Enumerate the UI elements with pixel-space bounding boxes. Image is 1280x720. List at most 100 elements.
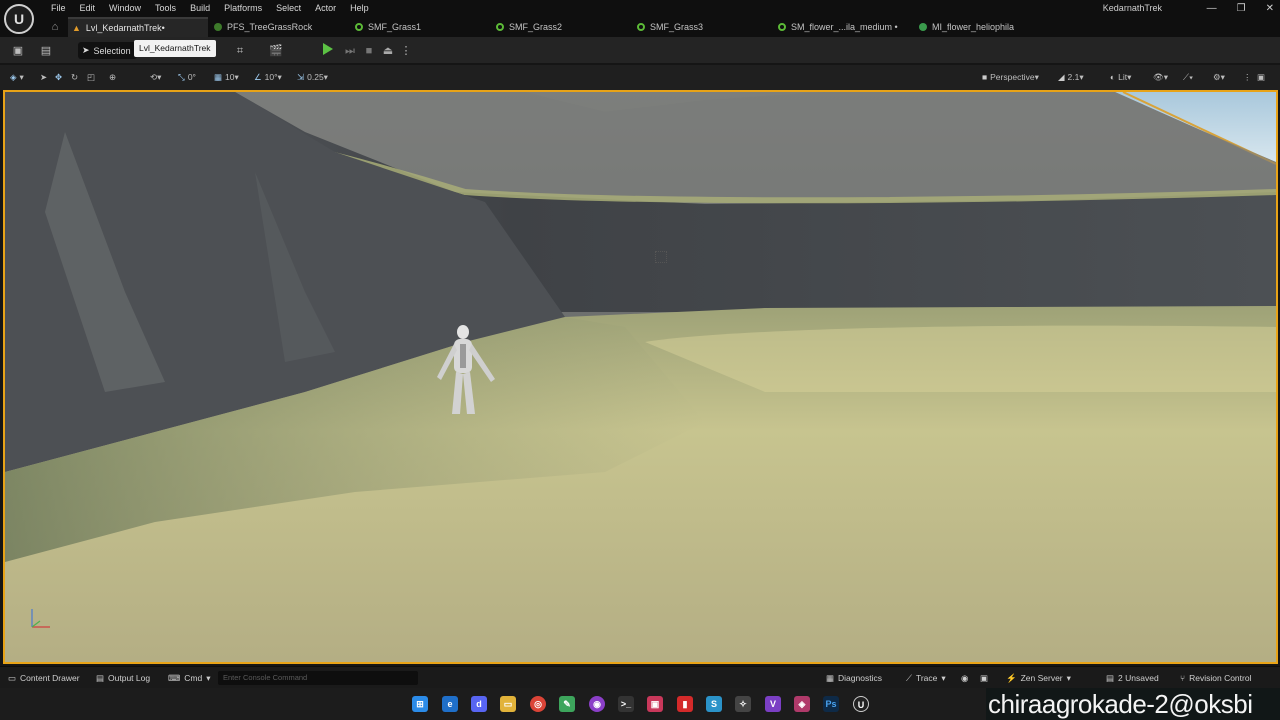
rotation-snap-control[interactable]: ⤡ 0° bbox=[178, 65, 196, 90]
blueprint-icon[interactable]: ⌗ bbox=[233, 44, 247, 58]
tab-label: PFS_TreeGrassRock bbox=[227, 22, 313, 32]
unreal-engine-icon[interactable]: U bbox=[853, 696, 869, 712]
angle-snap-control[interactable]: ∠ 10°▾ bbox=[254, 65, 282, 90]
stop-icon[interactable]: ■ bbox=[362, 44, 376, 58]
home-icon[interactable]: ⌂ bbox=[48, 20, 62, 34]
diagnostics-button[interactable]: ▦ Diagnostics bbox=[826, 667, 882, 689]
cinematics-icon[interactable]: 🎬 bbox=[269, 44, 283, 58]
trace-label: Trace bbox=[915, 673, 938, 683]
viewport-options-icon[interactable]: ◈ ▾ bbox=[10, 65, 24, 90]
window-controls: — ❐ ✕ bbox=[1207, 0, 1274, 17]
grid-snap-control[interactable]: ▦ 10▾ bbox=[214, 65, 239, 90]
diagnostics-label: Diagnostics bbox=[838, 673, 882, 683]
menu-window[interactable]: Window bbox=[102, 0, 148, 17]
skip-frame-icon[interactable]: ⏭ bbox=[343, 44, 357, 58]
lit-dropdown[interactable]: ◐ Lit▾ bbox=[1110, 65, 1131, 90]
selection-mode-button[interactable]: ➤ Selection bbox=[78, 42, 137, 59]
menu-tools[interactable]: Tools bbox=[148, 0, 183, 17]
perspective-label: Perspective bbox=[990, 72, 1035, 82]
close-button[interactable]: ✕ bbox=[1266, 0, 1274, 17]
menu-help[interactable]: Help bbox=[343, 0, 376, 17]
output-log-label: Output Log bbox=[108, 673, 151, 683]
eject-icon[interactable]: ⏏ bbox=[381, 44, 395, 58]
unsaved-label: 2 Unsaved bbox=[1118, 673, 1159, 683]
scale-snap-control[interactable]: ⇲ 0.25▾ bbox=[297, 65, 328, 90]
red-app-icon[interactable]: ▮ bbox=[677, 696, 693, 712]
fov-dropdown[interactable]: ◢ 2.1▾ bbox=[1058, 65, 1084, 90]
cmd-icon: ⌨ bbox=[168, 673, 181, 683]
windows-start-icon[interactable]: ⊞ bbox=[412, 696, 428, 712]
minimize-button[interactable]: — bbox=[1207, 0, 1217, 17]
level-icon: ▲ bbox=[72, 23, 81, 33]
chrome-icon[interactable]: ◎ bbox=[530, 696, 546, 712]
unreal-engine-logo[interactable]: U bbox=[4, 4, 34, 34]
zen-server-label: Zen Server bbox=[1020, 673, 1063, 683]
perspective-dropdown[interactable]: ■ Perspective▾ bbox=[982, 65, 1039, 90]
restore-button[interactable]: ❐ bbox=[1237, 0, 1246, 17]
select-tool-icon[interactable]: ➤ bbox=[40, 65, 47, 90]
rotate-tool-icon[interactable]: ↻ bbox=[71, 65, 78, 90]
copilot-icon[interactable]: ✧ bbox=[735, 696, 751, 712]
watermark: chiraagrokade-2@oksbi bbox=[986, 688, 1280, 720]
level-viewport[interactable] bbox=[3, 90, 1278, 664]
record-icon[interactable]: ◉ bbox=[961, 667, 968, 689]
surface-snap-icon[interactable]: ⟲▾ bbox=[150, 65, 161, 90]
cmd-dropdown[interactable]: ⌨ Cmd ▾ bbox=[168, 667, 211, 689]
menu-edit[interactable]: Edit bbox=[73, 0, 103, 17]
output-log-button[interactable]: ▤ Output Log bbox=[96, 667, 150, 689]
terminal-icon[interactable]: >_ bbox=[618, 696, 634, 712]
console-input[interactable]: Enter Console Command bbox=[218, 671, 418, 685]
tab-grass3[interactable]: SMF_Grass3 bbox=[637, 17, 703, 37]
translate-tool-icon[interactable]: ✥ bbox=[55, 65, 62, 90]
menu-bar: File Edit Window Tools Build Platforms S… bbox=[44, 0, 376, 17]
content-drawer-label: Content Drawer bbox=[20, 673, 80, 683]
play-options-icon[interactable]: ⋮ bbox=[399, 44, 413, 58]
sourcetree-icon[interactable]: S bbox=[706, 696, 722, 712]
content-browser-icon[interactable]: ▤ bbox=[39, 44, 53, 58]
screenshot-icon[interactable]: ▣ bbox=[980, 667, 988, 689]
revision-control-button[interactable]: ⑂ Revision Control bbox=[1180, 667, 1251, 689]
menu-build[interactable]: Build bbox=[183, 0, 217, 17]
photos-icon[interactable]: ▣ bbox=[647, 696, 663, 712]
viewport-layout-icon[interactable]: ▣ bbox=[1257, 65, 1265, 90]
save-icon[interactable]: ▣ bbox=[11, 44, 25, 58]
play-button[interactable] bbox=[323, 43, 333, 55]
axis-gizmo bbox=[26, 603, 56, 633]
tab-foliage[interactable]: PFS_TreeGrassRock bbox=[214, 17, 312, 37]
tab-grass1[interactable]: SMF_Grass1 bbox=[355, 17, 421, 37]
trace-icon: ⟋ bbox=[906, 673, 912, 683]
edge-icon[interactable]: e bbox=[442, 696, 458, 712]
world-space-icon[interactable]: ⊕ bbox=[109, 65, 116, 90]
tab-flower-mesh[interactable]: SM_flower_...ila_medium • bbox=[778, 17, 898, 37]
content-drawer-button[interactable]: ▭ Content Drawer bbox=[8, 667, 80, 689]
scale-tool-icon[interactable]: ◰ bbox=[87, 65, 95, 90]
static-mesh-icon bbox=[355, 23, 363, 31]
cmd-label: Cmd bbox=[184, 673, 203, 683]
discord-icon[interactable]: d bbox=[471, 696, 487, 712]
viewport-more-icon[interactable]: ⋮ bbox=[1243, 65, 1252, 90]
github-icon[interactable]: ◉ bbox=[589, 696, 605, 712]
menu-platforms[interactable]: Platforms bbox=[217, 0, 269, 17]
static-mesh-icon bbox=[778, 23, 786, 31]
tab-material-instance[interactable]: MI_flower_heliophila bbox=[919, 17, 1014, 37]
status-bar: ▭ Content Drawer ▤ Output Log ⌨ Cmd ▾ Ent… bbox=[0, 666, 1280, 688]
unsaved-button[interactable]: ▤ 2 Unsaved bbox=[1106, 667, 1159, 689]
menu-select[interactable]: Select bbox=[269, 0, 308, 17]
grid-snap-value: 10 bbox=[225, 72, 235, 82]
menu-file[interactable]: File bbox=[44, 0, 73, 17]
zen-server-dropdown[interactable]: ⚡ Zen Server ▾ bbox=[1006, 667, 1071, 689]
realtime-icon[interactable]: ⟋▾ bbox=[1183, 65, 1193, 90]
menu-actor[interactable]: Actor bbox=[308, 0, 343, 17]
visual-studio-icon[interactable]: V bbox=[765, 696, 781, 712]
photoshop-icon[interactable]: Ps bbox=[823, 696, 839, 712]
notepad-icon[interactable]: ✎ bbox=[559, 696, 575, 712]
show-flags-icon[interactable]: 👁▾ bbox=[1153, 65, 1168, 90]
rotation-snap-value: 0° bbox=[187, 72, 196, 82]
tab-label: SM_flower_...ila_medium • bbox=[791, 22, 898, 32]
file-explorer-icon[interactable]: ▭ bbox=[500, 696, 516, 712]
trace-dropdown[interactable]: ⟋ Trace ▾ bbox=[906, 667, 946, 689]
davinci-icon[interactable]: ◈ bbox=[794, 696, 810, 712]
tab-level[interactable]: ▲ Lvl_KedarnathTrek• bbox=[68, 17, 208, 37]
tab-grass2[interactable]: SMF_Grass2 bbox=[496, 17, 562, 37]
viewport-settings-icon[interactable]: ⚙▾ bbox=[1213, 65, 1225, 90]
